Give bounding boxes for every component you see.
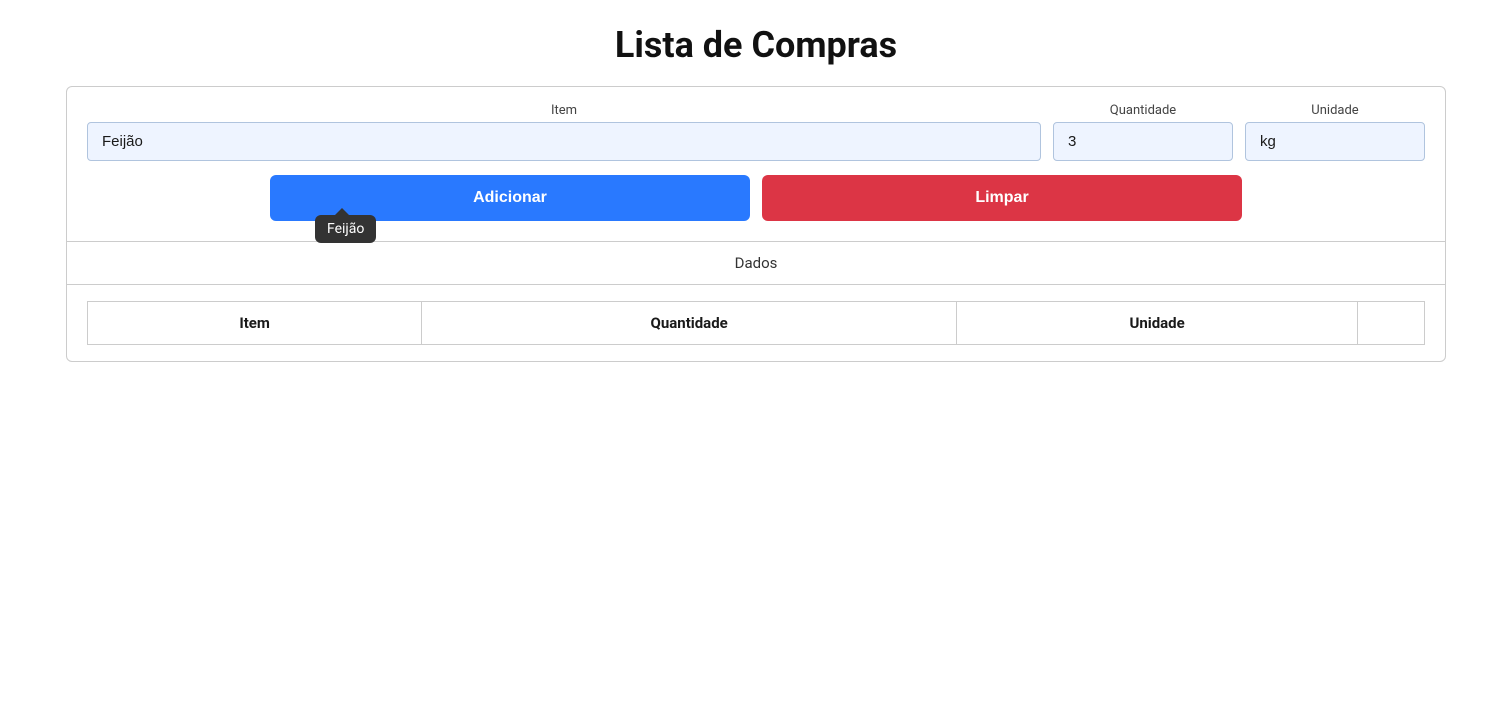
item-field-group: Item xyxy=(87,103,1041,161)
page-title: Lista de Compras xyxy=(0,0,1512,86)
dados-section: Dados xyxy=(67,242,1445,285)
table-header-item: Item xyxy=(88,302,422,345)
table-header-actions xyxy=(1358,302,1425,345)
quantity-input[interactable] xyxy=(1053,122,1233,161)
table-header-quantity: Quantidade xyxy=(422,302,957,345)
item-input[interactable] xyxy=(87,122,1041,161)
buttons-row: Adicionar Limpar xyxy=(87,175,1425,221)
clear-button[interactable]: Limpar xyxy=(762,175,1242,221)
form-row: Item Quantidade Unidade xyxy=(87,103,1425,161)
table-section: Item Quantidade Unidade xyxy=(67,285,1445,361)
table-head: Item Quantidade Unidade xyxy=(88,302,1425,345)
unit-field-group: Unidade xyxy=(1245,103,1425,161)
form-section: Item Quantidade Unidade Feijão Adicionar… xyxy=(67,87,1445,242)
data-table: Item Quantidade Unidade xyxy=(87,301,1425,345)
quantity-field-group: Quantidade xyxy=(1053,103,1233,161)
unit-label: Unidade xyxy=(1245,103,1425,118)
item-label: Item xyxy=(87,103,1041,118)
table-header-unit: Unidade xyxy=(957,302,1358,345)
quantity-label: Quantidade xyxy=(1053,103,1233,118)
table-header-row: Item Quantidade Unidade xyxy=(88,302,1425,345)
autocomplete-tooltip[interactable]: Feijão xyxy=(315,215,376,243)
main-container: Item Quantidade Unidade Feijão Adicionar… xyxy=(66,86,1446,362)
dados-label: Dados xyxy=(735,254,778,272)
unit-input[interactable] xyxy=(1245,122,1425,161)
